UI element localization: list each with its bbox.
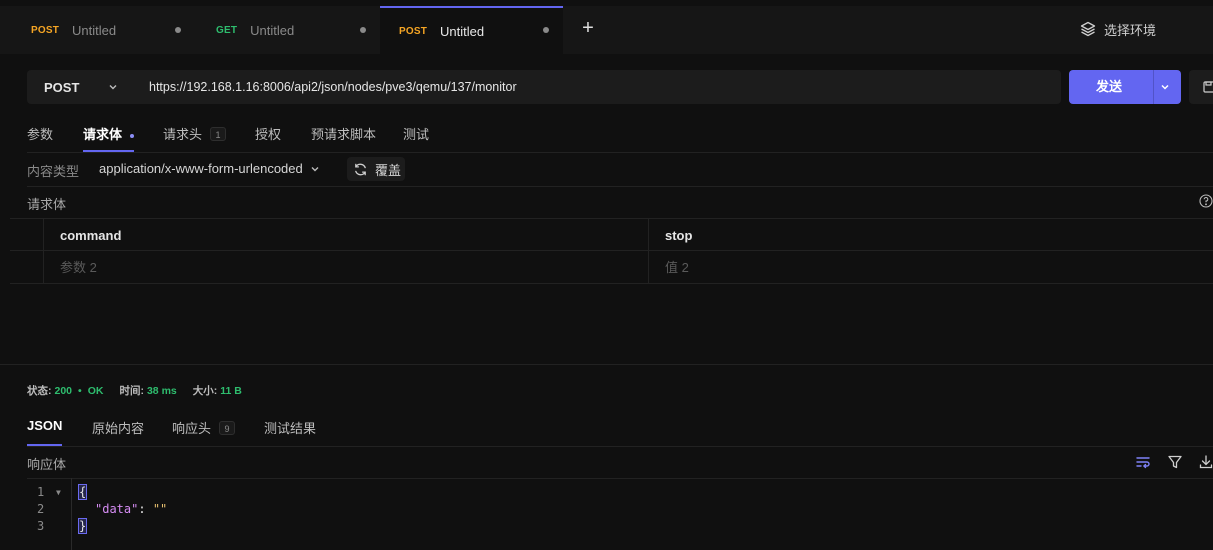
fold-arrow-icon[interactable]: ▼ <box>56 488 61 497</box>
request-tab-1[interactable]: POST Untitled <box>0 6 190 54</box>
content-type-select[interactable]: application/x-www-form-urlencoded <box>99 161 321 176</box>
chevron-down-icon[interactable] <box>107 81 119 93</box>
method-select[interactable]: POST <box>44 70 79 104</box>
panel-resize-handle[interactable] <box>0 364 1213 365</box>
headers-count-badge: 1 <box>210 127 227 141</box>
url-bar: POST https://192.168.1.16:8006/api2/json… <box>27 70 1061 104</box>
unsaved-dot-icon[interactable] <box>543 27 549 33</box>
send-button-divider <box>1153 70 1154 104</box>
column-divider <box>43 219 44 252</box>
request-tab-3[interactable]: POST Untitled <box>380 6 563 54</box>
send-button[interactable]: 发送 <box>1069 70 1181 104</box>
code-line: } <box>77 518 88 534</box>
param-key-input[interactable]: command <box>60 219 121 252</box>
response-status-bar: 状态: 200 • OK 时间: 38 ms 大小: 11 B <box>27 383 242 398</box>
column-divider <box>43 251 44 284</box>
tab-title: Untitled <box>440 23 485 39</box>
json-brace: { <box>77 484 88 500</box>
wrap-lines-icon[interactable] <box>1135 454 1151 470</box>
json-colon: : <box>138 502 153 516</box>
request-body-label: 请求体 <box>27 197 67 212</box>
environment-select[interactable]: 选择环境 <box>1080 18 1156 40</box>
tab-body-label: 请求体 <box>83 127 123 142</box>
status-label: 状态: <box>27 385 52 397</box>
override-button[interactable]: 覆盖 <box>347 157 405 181</box>
column-divider <box>648 251 649 284</box>
tab-response-headers-label: 响应头 <box>172 421 212 436</box>
filter-icon[interactable] <box>1167 454 1183 470</box>
time-label: 时间: <box>119 385 144 397</box>
response-headers-count-badge: 9 <box>219 421 236 435</box>
tab-method-badge: GET <box>216 24 238 36</box>
url-input[interactable]: https://192.168.1.16:8006/api2/json/node… <box>149 70 517 104</box>
status-code: 200 <box>54 384 73 397</box>
status-text: OK <box>87 384 104 397</box>
save-button[interactable] <box>1189 70 1213 104</box>
tab-pre-request-script[interactable]: 预请求脚本 <box>311 124 376 152</box>
response-size: 11 B <box>220 384 242 397</box>
tab-title: Untitled <box>72 22 117 38</box>
response-body-label: 响应体 <box>27 457 67 472</box>
table-row: 参数 2 值 2 <box>10 251 1213 284</box>
content-type-label: 内容类型 <box>27 164 80 179</box>
response-json-viewer[interactable]: 1 2 3 ▼ { "data": "" } <box>0 478 1213 550</box>
unsaved-dot-icon[interactable] <box>360 27 366 33</box>
gutter-divider <box>71 478 72 550</box>
request-tabs-divider <box>27 152 1213 153</box>
content-type-value: application/x-www-form-urlencoded <box>99 161 303 176</box>
refresh-icon <box>355 163 366 175</box>
chevron-down-icon[interactable] <box>1159 81 1171 93</box>
tab-headers[interactable]: 请求头 1 <box>163 124 227 152</box>
line-number: 1 <box>37 485 45 499</box>
tab-body[interactable]: 请求体 <box>83 124 135 152</box>
save-icon <box>1203 81 1213 93</box>
size-label: 大小: <box>192 385 218 397</box>
json-value: "" <box>152 502 168 516</box>
method-select-label: POST <box>44 79 80 95</box>
table-row: command stop <box>10 218 1213 252</box>
status-separator: • <box>78 384 82 397</box>
code-line: "data": "" <box>95 502 167 516</box>
tab-params[interactable]: 参数 <box>27 124 53 152</box>
new-tab-button[interactable]: + <box>578 16 598 40</box>
send-button-label: 发送 <box>1096 79 1123 94</box>
request-tab-2[interactable]: GET Untitled <box>185 6 380 54</box>
code-line: { <box>77 484 88 500</box>
json-key: "data" <box>95 502 139 516</box>
modified-dot-icon <box>130 133 135 138</box>
new-param-key-input[interactable]: 参数 2 <box>60 251 97 284</box>
tab-bar: POST Untitled GET Untitled POST Untitled… <box>0 0 1213 54</box>
tab-raw[interactable]: 原始内容 <box>92 418 144 446</box>
content-type-divider <box>27 186 1213 187</box>
response-time: 38 ms <box>146 384 177 397</box>
tab-title: Untitled <box>250 22 295 38</box>
tab-auth[interactable]: 授权 <box>255 124 281 152</box>
form-params-table: command stop 参数 2 值 2 <box>10 218 1213 284</box>
unsaved-dot-icon[interactable] <box>175 27 181 33</box>
response-tabs-divider <box>27 446 1213 447</box>
json-brace: } <box>77 518 88 534</box>
tab-method-badge: POST <box>399 25 428 37</box>
tab-test-results[interactable]: 测试结果 <box>264 418 316 446</box>
new-param-value-input[interactable]: 值 2 <box>665 251 689 284</box>
tab-method-badge: POST <box>31 24 60 36</box>
line-number: 2 <box>37 502 45 516</box>
param-value-input[interactable]: stop <box>665 219 692 252</box>
tab-response-headers[interactable]: 响应头 9 <box>172 418 236 446</box>
line-number: 3 <box>37 519 45 533</box>
download-icon[interactable] <box>1198 454 1213 470</box>
tab-headers-label: 请求头 <box>163 127 203 142</box>
tab-json[interactable]: JSON <box>27 418 63 446</box>
chevron-down-icon <box>311 166 319 171</box>
column-divider <box>648 219 649 252</box>
environment-label: 选择环境 <box>1104 22 1157 38</box>
override-label: 覆盖 <box>375 162 402 178</box>
layers-icon <box>1080 21 1096 37</box>
help-icon[interactable] <box>1199 194 1213 208</box>
tab-tests[interactable]: 测试 <box>403 124 429 152</box>
